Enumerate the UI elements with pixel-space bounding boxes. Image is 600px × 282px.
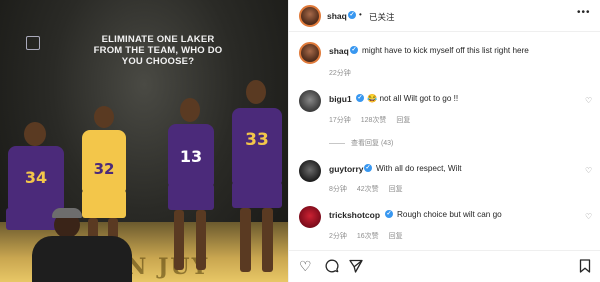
comment-time: 8分钟 (329, 186, 347, 193)
avatar-bigu1[interactable] (299, 90, 321, 112)
comment-icon[interactable] (325, 259, 339, 275)
action-bar: ♡ (289, 250, 600, 282)
nba-logo-icon (26, 36, 40, 50)
seated-fan (22, 206, 142, 282)
avatar-trickshotcop[interactable] (299, 206, 321, 228)
follow-status-button[interactable]: 已关注 (369, 11, 395, 23)
header-username[interactable]: shaq (327, 11, 347, 21)
comment-text: With all do respect, Wilt (376, 164, 462, 173)
comment-text: 😂 not all Wilt got to go !! (367, 94, 459, 103)
avatar-guytorry[interactable] (299, 160, 321, 182)
caption-meta: 22分钟 (329, 68, 359, 78)
comment-meta: 2分钟 16次赞 回复 (329, 231, 411, 241)
verified-badge-icon: ✓ (350, 46, 358, 54)
comment-likes[interactable]: 16次赞 (357, 233, 379, 240)
heart-icon[interactable]: ♡ (585, 166, 592, 175)
comment-likes[interactable]: 42次赞 (357, 186, 379, 193)
view-replies-button[interactable]: 查看回复 (43) (329, 138, 393, 148)
heart-icon[interactable]: ♡ (299, 259, 312, 273)
avatar-shaq[interactable] (299, 5, 321, 27)
more-icon[interactable]: ••• (577, 7, 591, 18)
view-replies-label: 查看回复 (43) (351, 140, 394, 147)
caption-username[interactable]: shaq (329, 46, 349, 56)
verified-badge-icon: ✓ (356, 94, 364, 102)
separator-dot: • (359, 10, 362, 19)
player-33: 33 (224, 76, 288, 282)
verified-badge-icon: ✓ (364, 164, 372, 172)
comment-meta: 8分钟 42次赞 回复 (329, 184, 411, 194)
heart-icon[interactable]: ♡ (585, 212, 592, 221)
verified-badge-icon: ✓ (348, 11, 356, 19)
comment-time: 2分钟 (329, 233, 347, 240)
avatar-shaq-caption[interactable] (299, 42, 321, 64)
comment-username[interactable]: trickshotcop (329, 210, 380, 220)
comment-username[interactable]: guytorry (329, 164, 363, 174)
send-icon[interactable] (349, 259, 363, 275)
post-header: shaq ✓ • 已关注 ••• (289, 0, 600, 32)
post-panel: shaq ✓ • 已关注 ••• shaq ✓ might have to ki… (288, 0, 600, 282)
post-image[interactable]: OMN JUY ELIMINATE ONE LAKER FROM THE TEA… (0, 0, 288, 282)
replies-line (329, 142, 345, 144)
caption-text: might have to kick myself off this list … (362, 46, 529, 55)
comment-text: Rough choice but wilt can go (397, 210, 502, 219)
caption-time: 22分钟 (329, 70, 351, 77)
bookmark-icon[interactable] (579, 259, 591, 275)
comment-likes[interactable]: 128次赞 (361, 117, 387, 124)
comment-time: 17分钟 (329, 117, 351, 124)
player-13: 13 (158, 92, 222, 282)
reply-button[interactable]: 回复 (389, 186, 403, 193)
heart-icon[interactable]: ♡ (585, 96, 592, 105)
image-headline: ELIMINATE ONE LAKER FROM THE TEAM, WHO D… (93, 34, 223, 67)
verified-badge-icon: ✓ (385, 210, 393, 218)
comment-meta: 17分钟 128次赞 回复 (329, 115, 418, 125)
reply-button[interactable]: 回复 (389, 233, 403, 240)
reply-button[interactable]: 回复 (396, 117, 410, 124)
comment-username[interactable]: bigu1 (329, 94, 352, 104)
